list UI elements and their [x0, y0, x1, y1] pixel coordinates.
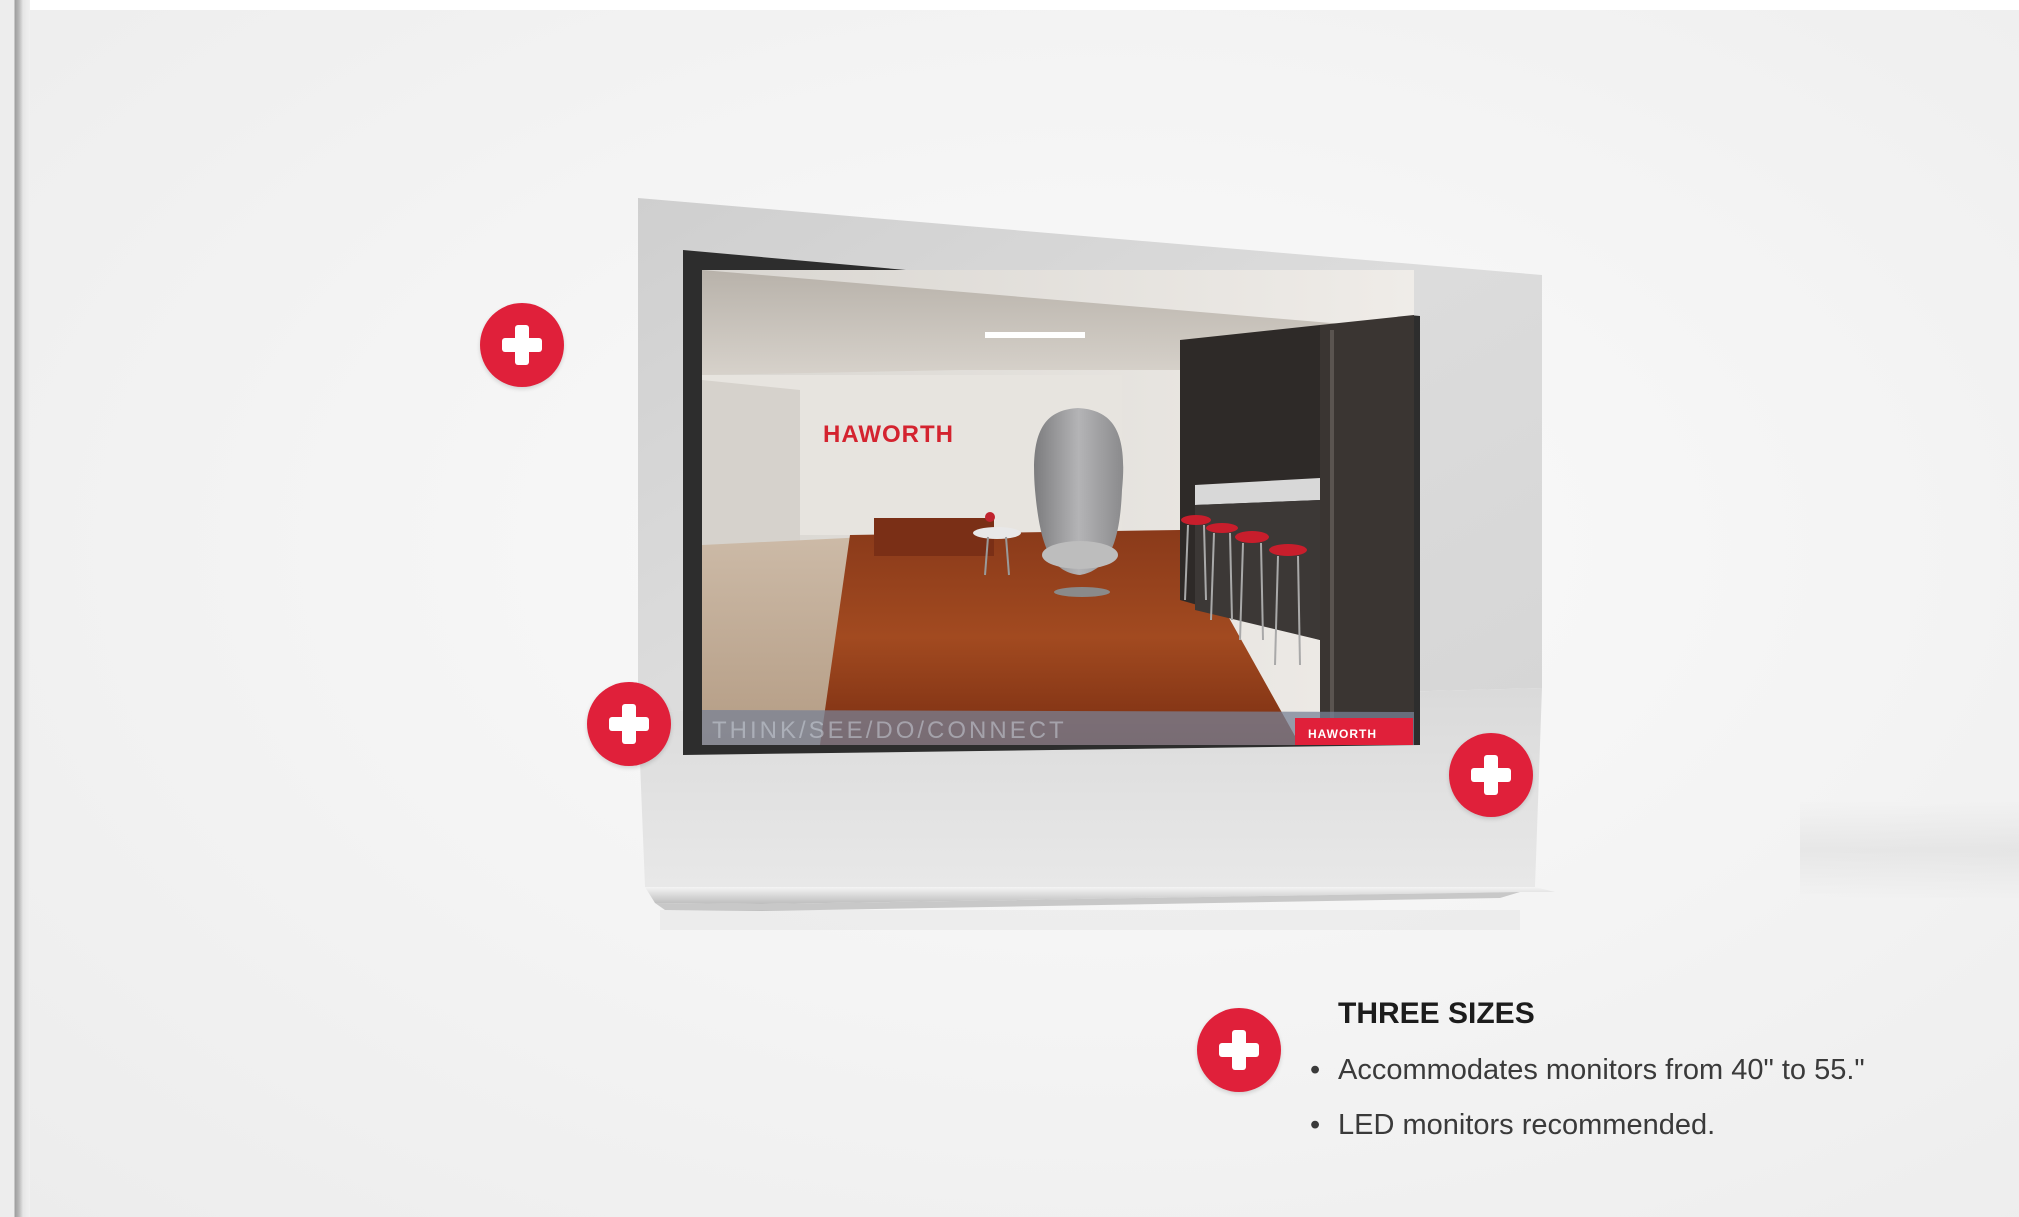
- monitor-bezel: [683, 250, 1420, 755]
- bullet-text: LED monitors recommended.: [1338, 1109, 1716, 1141]
- screen-brand-logo: HAWORTH: [823, 421, 954, 448]
- wall-shadow: [1800, 800, 2019, 900]
- info-bullet: • Accommodates monitors from 40" to 55.": [1302, 1054, 1865, 1087]
- info-bullet: • LED monitors recommended.: [1302, 1109, 1715, 1142]
- monitor-screen: [702, 270, 1414, 745]
- wall-panel-illustration: HAWORTH THINK/SEE/DO/CONNECT HAWORTH: [638, 198, 1555, 911]
- bullet-glyph: •: [1310, 1109, 1321, 1141]
- plus-icon[interactable]: [1197, 1008, 1281, 1092]
- wall-panel-lower: [638, 688, 1542, 887]
- plus-icon[interactable]: [587, 682, 671, 766]
- screen-tagline: THINK/SEE/DO/CONNECT: [712, 717, 1067, 744]
- screen-corner-logo: HAWORTH: [1308, 727, 1377, 741]
- plus-icon[interactable]: [480, 303, 564, 387]
- bullet-text: Accommodates monitors from 40" to 55.": [1338, 1054, 1865, 1086]
- wall-edge: [0, 0, 30, 1217]
- wall-panel: [638, 198, 1542, 712]
- product-stage: HAWORTH THINK/SEE/DO/CONNECT HAWORTH THR…: [0, 0, 2019, 1217]
- top-strip: [0, 0, 2019, 10]
- shelf: [645, 887, 1555, 904]
- bullet-glyph: •: [1310, 1054, 1321, 1086]
- info-title: THREE SIZES: [1338, 997, 1535, 1030]
- plus-icon[interactable]: [1449, 733, 1533, 817]
